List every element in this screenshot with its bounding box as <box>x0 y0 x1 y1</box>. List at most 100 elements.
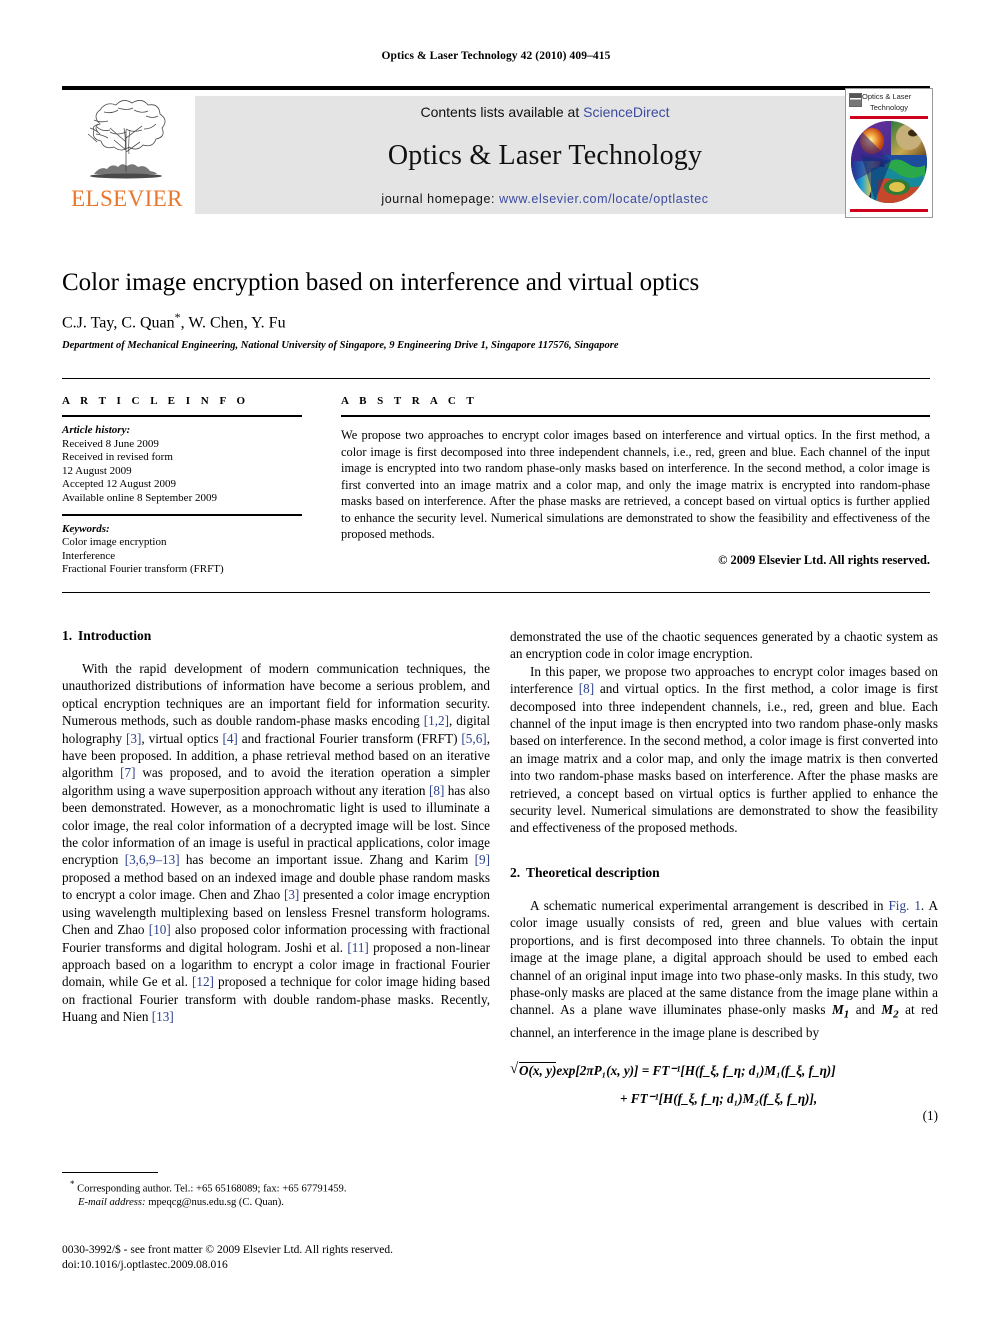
cover-rule-bottom <box>850 209 928 212</box>
equation-1-line-1: O(x, y)exp[2πP₁(x, y)] = FT⁻¹[H(f_ξ, f_η… <box>510 1061 938 1079</box>
citation-link[interactable]: [8] <box>429 783 444 798</box>
text-run: has become an important issue. Zhang and… <box>179 852 475 868</box>
figure-reference-link[interactable]: Fig. 1 <box>888 898 920 913</box>
abstract-column: A B S T R A C T We propose two approache… <box>341 395 930 568</box>
abstract-heading: A B S T R A C T <box>341 395 478 407</box>
paragraph-intro-1: With the rapid development of modern com… <box>62 660 490 1026</box>
email-label: E-mail address: <box>78 1197 146 1209</box>
article-info-rule <box>62 415 302 417</box>
authors-rest: , W. Chen, Y. Fu <box>180 314 286 332</box>
body-column-left: 1. Introduction With the rapid developmen… <box>62 628 490 1026</box>
citation-link[interactable]: [5,6] <box>461 731 486 746</box>
abstract-rule <box>341 415 930 417</box>
sciencedirect-link[interactable]: ScienceDirect <box>583 104 669 120</box>
text-run: A schematic numerical experimental arran… <box>530 897 889 913</box>
text-run: demonstrated the use of the chaotic sequ… <box>510 629 938 662</box>
article-history: Article history: Received 8 June 2009 Re… <box>62 424 302 506</box>
cover-title-line1: Optics & Laser <box>862 92 912 101</box>
text-run: and virtual optics. In the first method,… <box>510 681 938 836</box>
citation-link[interactable]: [10] <box>149 922 171 937</box>
imprint-block: 0030-3992/$ - see front matter © 2009 El… <box>62 1243 532 1272</box>
email-value: mpeqcg@nus.edu.sg (C. Quan). <box>145 1197 284 1209</box>
keywords-block: Keywords: Color image encryption Interfe… <box>62 523 302 577</box>
footnote-block: * Corresponding author. Tel.: +65 651680… <box>62 1178 490 1210</box>
equation-radicand: O(x, y) <box>519 1061 557 1078</box>
citation-link[interactable]: [4] <box>222 731 237 746</box>
text-run: , virtual optics <box>141 730 223 746</box>
citation-link[interactable]: [9] <box>475 852 490 867</box>
history-line: 12 August 2009 <box>62 464 132 477</box>
citation-link[interactable]: [11] <box>347 940 368 955</box>
section-title: Theoretical description <box>526 864 660 880</box>
elsevier-tree-icon <box>87 100 166 179</box>
keywords-label: Keywords: <box>62 522 110 535</box>
article-info-column: A R T I C L E I N F O Article history: R… <box>62 395 302 577</box>
article-history-label: Article history: <box>62 424 131 436</box>
keywords-rule <box>62 513 302 516</box>
cover-artwork <box>851 121 927 203</box>
history-line: Accepted 12 August 2009 <box>62 478 176 491</box>
keyword-item: Interference <box>62 549 116 562</box>
body-column-right: demonstrated the use of the chaotic sequ… <box>510 628 939 1123</box>
corresponding-author-note: * Corresponding author. Tel.: +65 651680… <box>62 1178 490 1196</box>
abstract-copyright: © 2009 Elsevier Ltd. All rights reserved… <box>718 552 930 567</box>
symbol-m1: M1 <box>832 1002 849 1021</box>
contents-prefix: Contents lists available at <box>420 104 584 120</box>
citation-link[interactable]: [3,6,9–13] <box>125 852 180 867</box>
history-line: Received 8 June 2009 <box>62 437 159 450</box>
authors-first: C.J. Tay, C. Quan <box>62 314 175 332</box>
abstract-bottom-rule <box>62 592 930 593</box>
article-info-heading: A R T I C L E I N F O <box>62 395 250 407</box>
text-run: . A color image usually consists of red,… <box>510 897 939 1018</box>
masthead-top-rule <box>62 86 930 90</box>
square-root-icon: O(x, y) <box>510 1061 557 1079</box>
text-run: and fractional Fourier transform (FRFT) <box>237 730 462 746</box>
citation-link[interactable]: [7] <box>120 765 135 780</box>
journal-cover-thumbnail[interactable]: Optics & Laser Technology <box>845 88 933 218</box>
text-run: and <box>849 1002 882 1018</box>
equation-1-line-2: + FT⁻¹[H(f_ξ, f_η; d₁)M₂(f_ξ, f_η)], <box>620 1090 818 1106</box>
info-top-rule <box>62 378 930 379</box>
paragraph-intro-2: In this paper, we propose two approaches… <box>510 663 938 837</box>
cover-rule-top <box>850 116 928 119</box>
doi-line[interactable]: doi:10.1016/j.optlastec.2009.08.016 <box>62 1258 532 1273</box>
journal-masthead: ELSEVIER Contents lists available at Sci… <box>62 86 930 218</box>
section-heading-theoretical-description: 2. Theoretical description <box>510 865 938 881</box>
email-note: E-mail address: mpeqcg@nus.edu.sg (C. Qu… <box>62 1196 490 1210</box>
equation-1-rest: exp[2πP₁(x, y)] = FT⁻¹[H(f_ξ, f_η; d₁)M₁… <box>556 1062 836 1078</box>
text-run: M <box>832 1002 844 1018</box>
running-head: Optics & Laser Technology 42 (2010) 409–… <box>381 50 611 62</box>
citation-link[interactable]: [13] <box>152 1009 174 1024</box>
history-line: Received in revised form <box>62 451 173 464</box>
text-run: M <box>881 1002 894 1018</box>
homepage-prefix: journal homepage: <box>381 192 500 206</box>
cover-title-line2: Technology <box>870 103 908 112</box>
citation-link[interactable]: [3] <box>126 731 141 746</box>
masthead-panel: Contents lists available at ScienceDirec… <box>195 96 895 214</box>
journal-homepage-link[interactable]: www.elsevier.com/locate/optlastec <box>499 192 708 206</box>
citation-link[interactable]: [3] <box>284 887 299 902</box>
elsevier-logo: ELSEVIER <box>64 94 190 214</box>
paragraph-intro-1-cont: demonstrated the use of the chaotic sequ… <box>510 628 938 663</box>
issn-copyright-line: 0030-3992/$ - see front matter © 2009 El… <box>62 1244 393 1256</box>
section-heading-introduction: 1. Introduction <box>62 628 490 644</box>
section-number: 2. <box>510 864 521 880</box>
paper-page: Optics & Laser Technology 42 (2010) 409–… <box>0 0 992 1323</box>
section-title: Introduction <box>78 628 152 643</box>
keyword-item: Color image encryption <box>62 536 167 549</box>
contents-line: Contents lists available at ScienceDirec… <box>195 104 895 120</box>
article-title: Color image encryption based on interfer… <box>62 269 700 296</box>
affiliation: Department of Mechanical Engineering, Na… <box>62 340 619 351</box>
abstract-text: We propose two approaches to encrypt col… <box>341 428 930 541</box>
citation-link[interactable]: [8] <box>579 681 594 696</box>
author-list: C.J. Tay, C. Quan*, W. Chen, Y. Fu <box>62 310 882 332</box>
history-line: Available online 8 September 2009 <box>62 491 217 504</box>
section-number: 1. <box>62 628 73 643</box>
equation-1-number: (1) <box>922 1107 938 1123</box>
symbol-m2: M2 <box>881 1002 898 1021</box>
journal-title: Optics & Laser Technology <box>387 140 703 171</box>
footnote-rule <box>62 1172 158 1173</box>
elsevier-wordmark: ELSEVIER <box>71 186 183 211</box>
citation-link[interactable]: [12] <box>192 974 214 989</box>
citation-link[interactable]: [1,2] <box>424 713 449 728</box>
